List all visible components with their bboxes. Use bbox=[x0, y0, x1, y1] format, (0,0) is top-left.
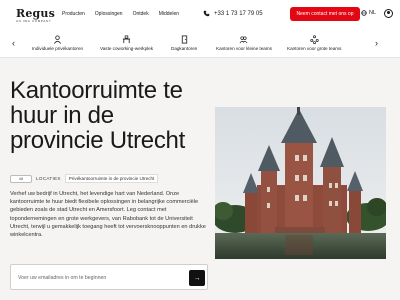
category-private-office[interactable]: Individuele privékantoren bbox=[32, 35, 83, 51]
logo-subtitle: AN IWG COMPANY bbox=[16, 19, 52, 23]
user-icon[interactable] bbox=[384, 9, 393, 18]
nav-middelen[interactable]: Middelen bbox=[159, 11, 179, 17]
location-label: LOCATIES bbox=[36, 176, 61, 181]
email-input[interactable] bbox=[18, 272, 178, 284]
door-icon bbox=[181, 35, 187, 44]
language-code: NL bbox=[369, 10, 377, 16]
person-icon bbox=[54, 35, 62, 44]
category-small-teams[interactable]: Kantoren voor kleine teams bbox=[216, 35, 272, 51]
category-day-office[interactable]: Dagkantoren bbox=[171, 35, 197, 51]
page-title: Kantoorruimte te huur in de provincie Ut… bbox=[10, 77, 185, 154]
category-large-teams[interactable]: Kantoren voor grote teams bbox=[287, 35, 341, 51]
email-submit-button[interactable]: → bbox=[189, 270, 205, 286]
category-coworking[interactable]: Vaste coworking-werkplek bbox=[100, 35, 153, 51]
category-label: Individuele privékantoren bbox=[32, 46, 84, 51]
location-select[interactable]: Privékantoorruimte in de provincie Utrec… bbox=[64, 174, 159, 183]
location-info: 48 LOCATIES Privékantoorruimte in de pro… bbox=[10, 174, 159, 183]
email-form: → bbox=[10, 264, 208, 290]
main-menu: Producten Oplossingen Ontdek Middelen bbox=[62, 11, 179, 17]
globe-icon bbox=[361, 10, 367, 16]
nav-ontdek[interactable]: Ontdek bbox=[133, 11, 149, 17]
chevron-right-icon[interactable]: › bbox=[375, 38, 378, 48]
team-large-icon bbox=[310, 35, 319, 44]
castle-photo bbox=[215, 107, 386, 259]
phone-icon bbox=[203, 10, 210, 17]
location-count-badge: 48 bbox=[10, 174, 32, 183]
hero-description: Verhef uw bedrijf in Utrecht, het levend… bbox=[10, 191, 206, 239]
language-selector[interactable]: NL bbox=[361, 10, 376, 16]
regus-logo[interactable]: Regus AN IWG COMPANY bbox=[16, 7, 55, 23]
top-navigation: Regus AN IWG COMPANY Producten Oplossing… bbox=[0, 0, 400, 28]
category-label: Kantoren voor grote teams bbox=[287, 46, 342, 51]
category-label: Vaste coworking-werkplek bbox=[100, 46, 154, 51]
phone-link[interactable]: +33 1 73 17 79 05 bbox=[203, 10, 263, 17]
chevron-left-icon[interactable]: ‹ bbox=[12, 38, 15, 48]
phone-number: +33 1 73 17 79 05 bbox=[214, 10, 263, 17]
category-label: Dagkantoren bbox=[171, 46, 198, 51]
contact-button[interactable]: Neem contact met ons op bbox=[290, 7, 360, 21]
nav-producten[interactable]: Producten bbox=[62, 11, 85, 17]
nav-oplossingen[interactable]: Oplossingen bbox=[95, 11, 123, 17]
arrow-right-icon: → bbox=[193, 274, 201, 282]
desk-icon bbox=[122, 35, 131, 44]
category-bar: ‹ Individuele privékantoren Vaste cowork… bbox=[0, 32, 400, 58]
team-small-icon bbox=[240, 36, 248, 44]
category-label: Kantoren voor kleine teams bbox=[216, 46, 272, 51]
